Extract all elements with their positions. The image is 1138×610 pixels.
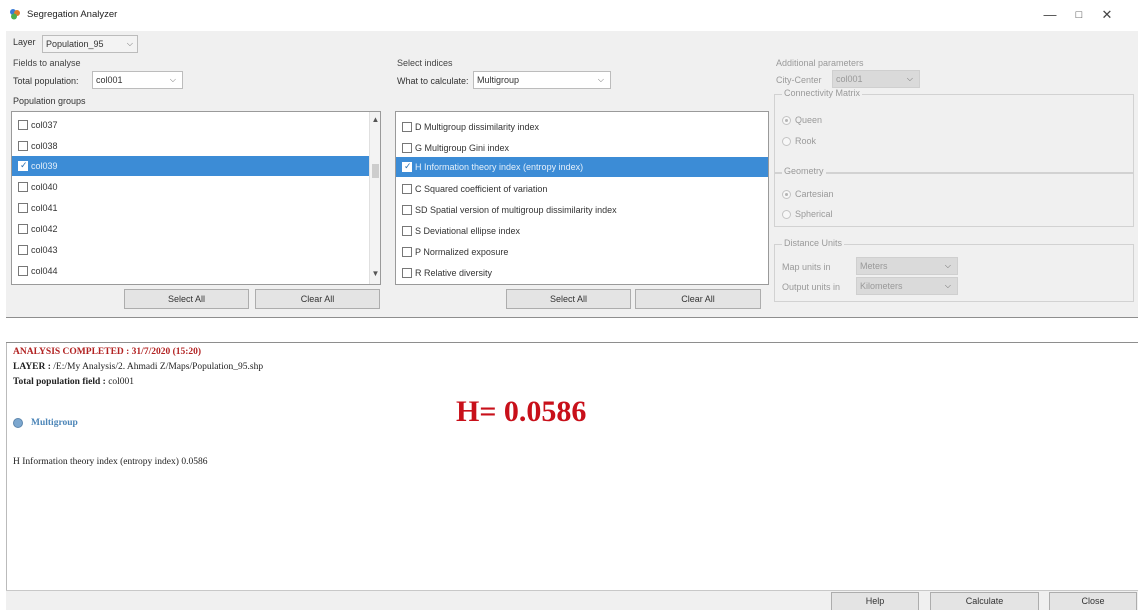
- city-center-select[interactable]: col001 ⌵: [832, 70, 920, 88]
- list-item[interactable]: S Deviational ellipse index: [396, 221, 768, 241]
- calculate-button[interactable]: Calculate: [930, 592, 1039, 610]
- settings-panel: Layer Population_95 ⌵ Fields to analyse …: [6, 31, 1138, 317]
- what-to-calculate-value: Multigroup: [477, 75, 520, 85]
- map-units-label: Map units in: [782, 262, 831, 272]
- fields-select-all-button[interactable]: Select All: [124, 289, 249, 309]
- checkbox[interactable]: [18, 160, 28, 171]
- list-item[interactable]: col039: [12, 156, 370, 176]
- multigroup-icon: [13, 418, 23, 428]
- checkbox[interactable]: [402, 268, 412, 278]
- layer-select[interactable]: Population_95 ⌵: [42, 35, 138, 53]
- minimize-button[interactable]: —: [1040, 6, 1060, 24]
- list-item[interactable]: SD Spatial version of multigroup dissimi…: [396, 200, 768, 220]
- what-to-calculate-select[interactable]: Multigroup ⌵: [473, 71, 611, 89]
- result-big-value: H= 0.0586: [456, 395, 587, 428]
- total-population-value: col001: [96, 75, 123, 85]
- checkbox[interactable]: [402, 184, 412, 194]
- checkbox[interactable]: [402, 226, 412, 236]
- window-title: Segregation Analyzer: [27, 9, 118, 20]
- checkbox[interactable]: [18, 245, 28, 255]
- indices-select-all-button[interactable]: Select All: [506, 289, 631, 309]
- checkbox[interactable]: [18, 120, 28, 130]
- checkbox[interactable]: [18, 224, 28, 234]
- checkbox[interactable]: [402, 205, 412, 215]
- total-population-label: Total population:: [13, 76, 79, 86]
- map-units-value: Meters: [860, 261, 888, 271]
- checkbox[interactable]: [18, 141, 28, 151]
- multigroup-heading: Multigroup: [31, 418, 78, 428]
- bottom-bar: Help Calculate Close: [6, 590, 1138, 610]
- indices-section-title: Select indices: [397, 58, 453, 68]
- help-button[interactable]: Help: [831, 592, 919, 610]
- list-item[interactable]: col038: [12, 136, 370, 156]
- layer-select-value: Population_95: [46, 39, 104, 49]
- app-icon: [10, 9, 20, 20]
- list-item[interactable]: R Relative diversity: [396, 263, 768, 283]
- checkbox[interactable]: [18, 182, 28, 192]
- checkbox[interactable]: [18, 203, 28, 213]
- map-units-select[interactable]: Meters ⌵: [856, 257, 958, 275]
- analysis-completed-line: ANALYSIS COMPLETED : 31/7/2020 (15:20): [13, 347, 202, 357]
- additional-section-title: Additional parameters: [776, 58, 864, 68]
- list-item[interactable]: P Normalized exposure: [396, 242, 768, 262]
- what-to-calculate-label: What to calculate:: [397, 76, 469, 86]
- chevron-down-icon: ⌵: [944, 261, 951, 270]
- total-population-field-line: Total population field : col001: [13, 377, 135, 387]
- output-units-select[interactable]: Kilometers ⌵: [856, 277, 958, 295]
- population-groups-label: Population groups: [13, 96, 86, 106]
- list-item[interactable]: col041: [12, 198, 370, 218]
- list-item[interactable]: col044: [12, 261, 370, 281]
- close-window-button[interactable]: ✕: [1097, 6, 1117, 24]
- chevron-down-icon: ⌵: [169, 75, 176, 84]
- scrollbar[interactable]: ▲ ▼: [369, 112, 380, 284]
- list-item[interactable]: col043: [12, 240, 370, 260]
- result-line: H Information theory index (entropy inde…: [13, 457, 208, 467]
- chevron-down-icon: ⌵: [944, 281, 951, 290]
- city-center-value: col001: [836, 74, 863, 84]
- list-item[interactable]: H Information theory index (entropy inde…: [396, 157, 768, 177]
- title-bar: Segregation Analyzer — □ ✕: [0, 0, 1138, 30]
- geometry-title: Geometry: [782, 166, 826, 176]
- output-units-label: Output units in: [782, 282, 841, 292]
- total-population-select[interactable]: col001 ⌵: [92, 71, 183, 89]
- chevron-down-icon: ⌵: [597, 75, 604, 84]
- scroll-up-icon[interactable]: ▲: [370, 115, 380, 124]
- chevron-down-icon: ⌵: [906, 74, 913, 83]
- connectivity-group: [774, 94, 1134, 174]
- results-panel: ANALYSIS COMPLETED : 31/7/2020 (15:20) L…: [6, 343, 1138, 590]
- checkbox[interactable]: [402, 143, 412, 153]
- distance-units-title: Distance Units: [782, 238, 845, 248]
- layer-label: Layer: [13, 37, 36, 47]
- list-item[interactable]: D Multigroup dissimilarity index: [396, 117, 768, 137]
- list-item[interactable]: C Squared coefficient of variation: [396, 179, 768, 199]
- city-center-label: City-Center: [776, 75, 822, 85]
- chevron-down-icon: ⌵: [126, 39, 133, 48]
- fields-section-title: Fields to analyse: [13, 58, 81, 68]
- checkbox[interactable]: [402, 122, 412, 132]
- list-item[interactable]: col040: [12, 177, 370, 197]
- checkbox[interactable]: [402, 161, 412, 172]
- indices-list[interactable]: D Multigroup dissimilarity index G Multi…: [395, 111, 769, 285]
- connectivity-title: Connectivity Matrix: [782, 88, 863, 98]
- output-units-value: Kilometers: [860, 281, 903, 291]
- scroll-thumb[interactable]: [372, 164, 379, 178]
- list-item[interactable]: col042: [12, 219, 370, 239]
- layer-path-line: LAYER : /E:/My Analysis/2. Ahmadi Z/Maps…: [13, 362, 264, 372]
- indices-clear-all-button[interactable]: Clear All: [635, 289, 761, 309]
- fields-clear-all-button[interactable]: Clear All: [255, 289, 380, 309]
- checkbox[interactable]: [18, 266, 28, 276]
- population-groups-list[interactable]: col037 col038 col039 col040 col041 col04…: [11, 111, 381, 285]
- maximize-button[interactable]: □: [1069, 6, 1089, 24]
- checkbox[interactable]: [402, 247, 412, 257]
- list-item[interactable]: col037: [12, 115, 370, 135]
- splitter-bar[interactable]: [6, 317, 1138, 343]
- scroll-down-icon[interactable]: ▼: [370, 269, 380, 278]
- close-button[interactable]: Close: [1049, 592, 1137, 610]
- list-item[interactable]: G Multigroup Gini index: [396, 138, 768, 158]
